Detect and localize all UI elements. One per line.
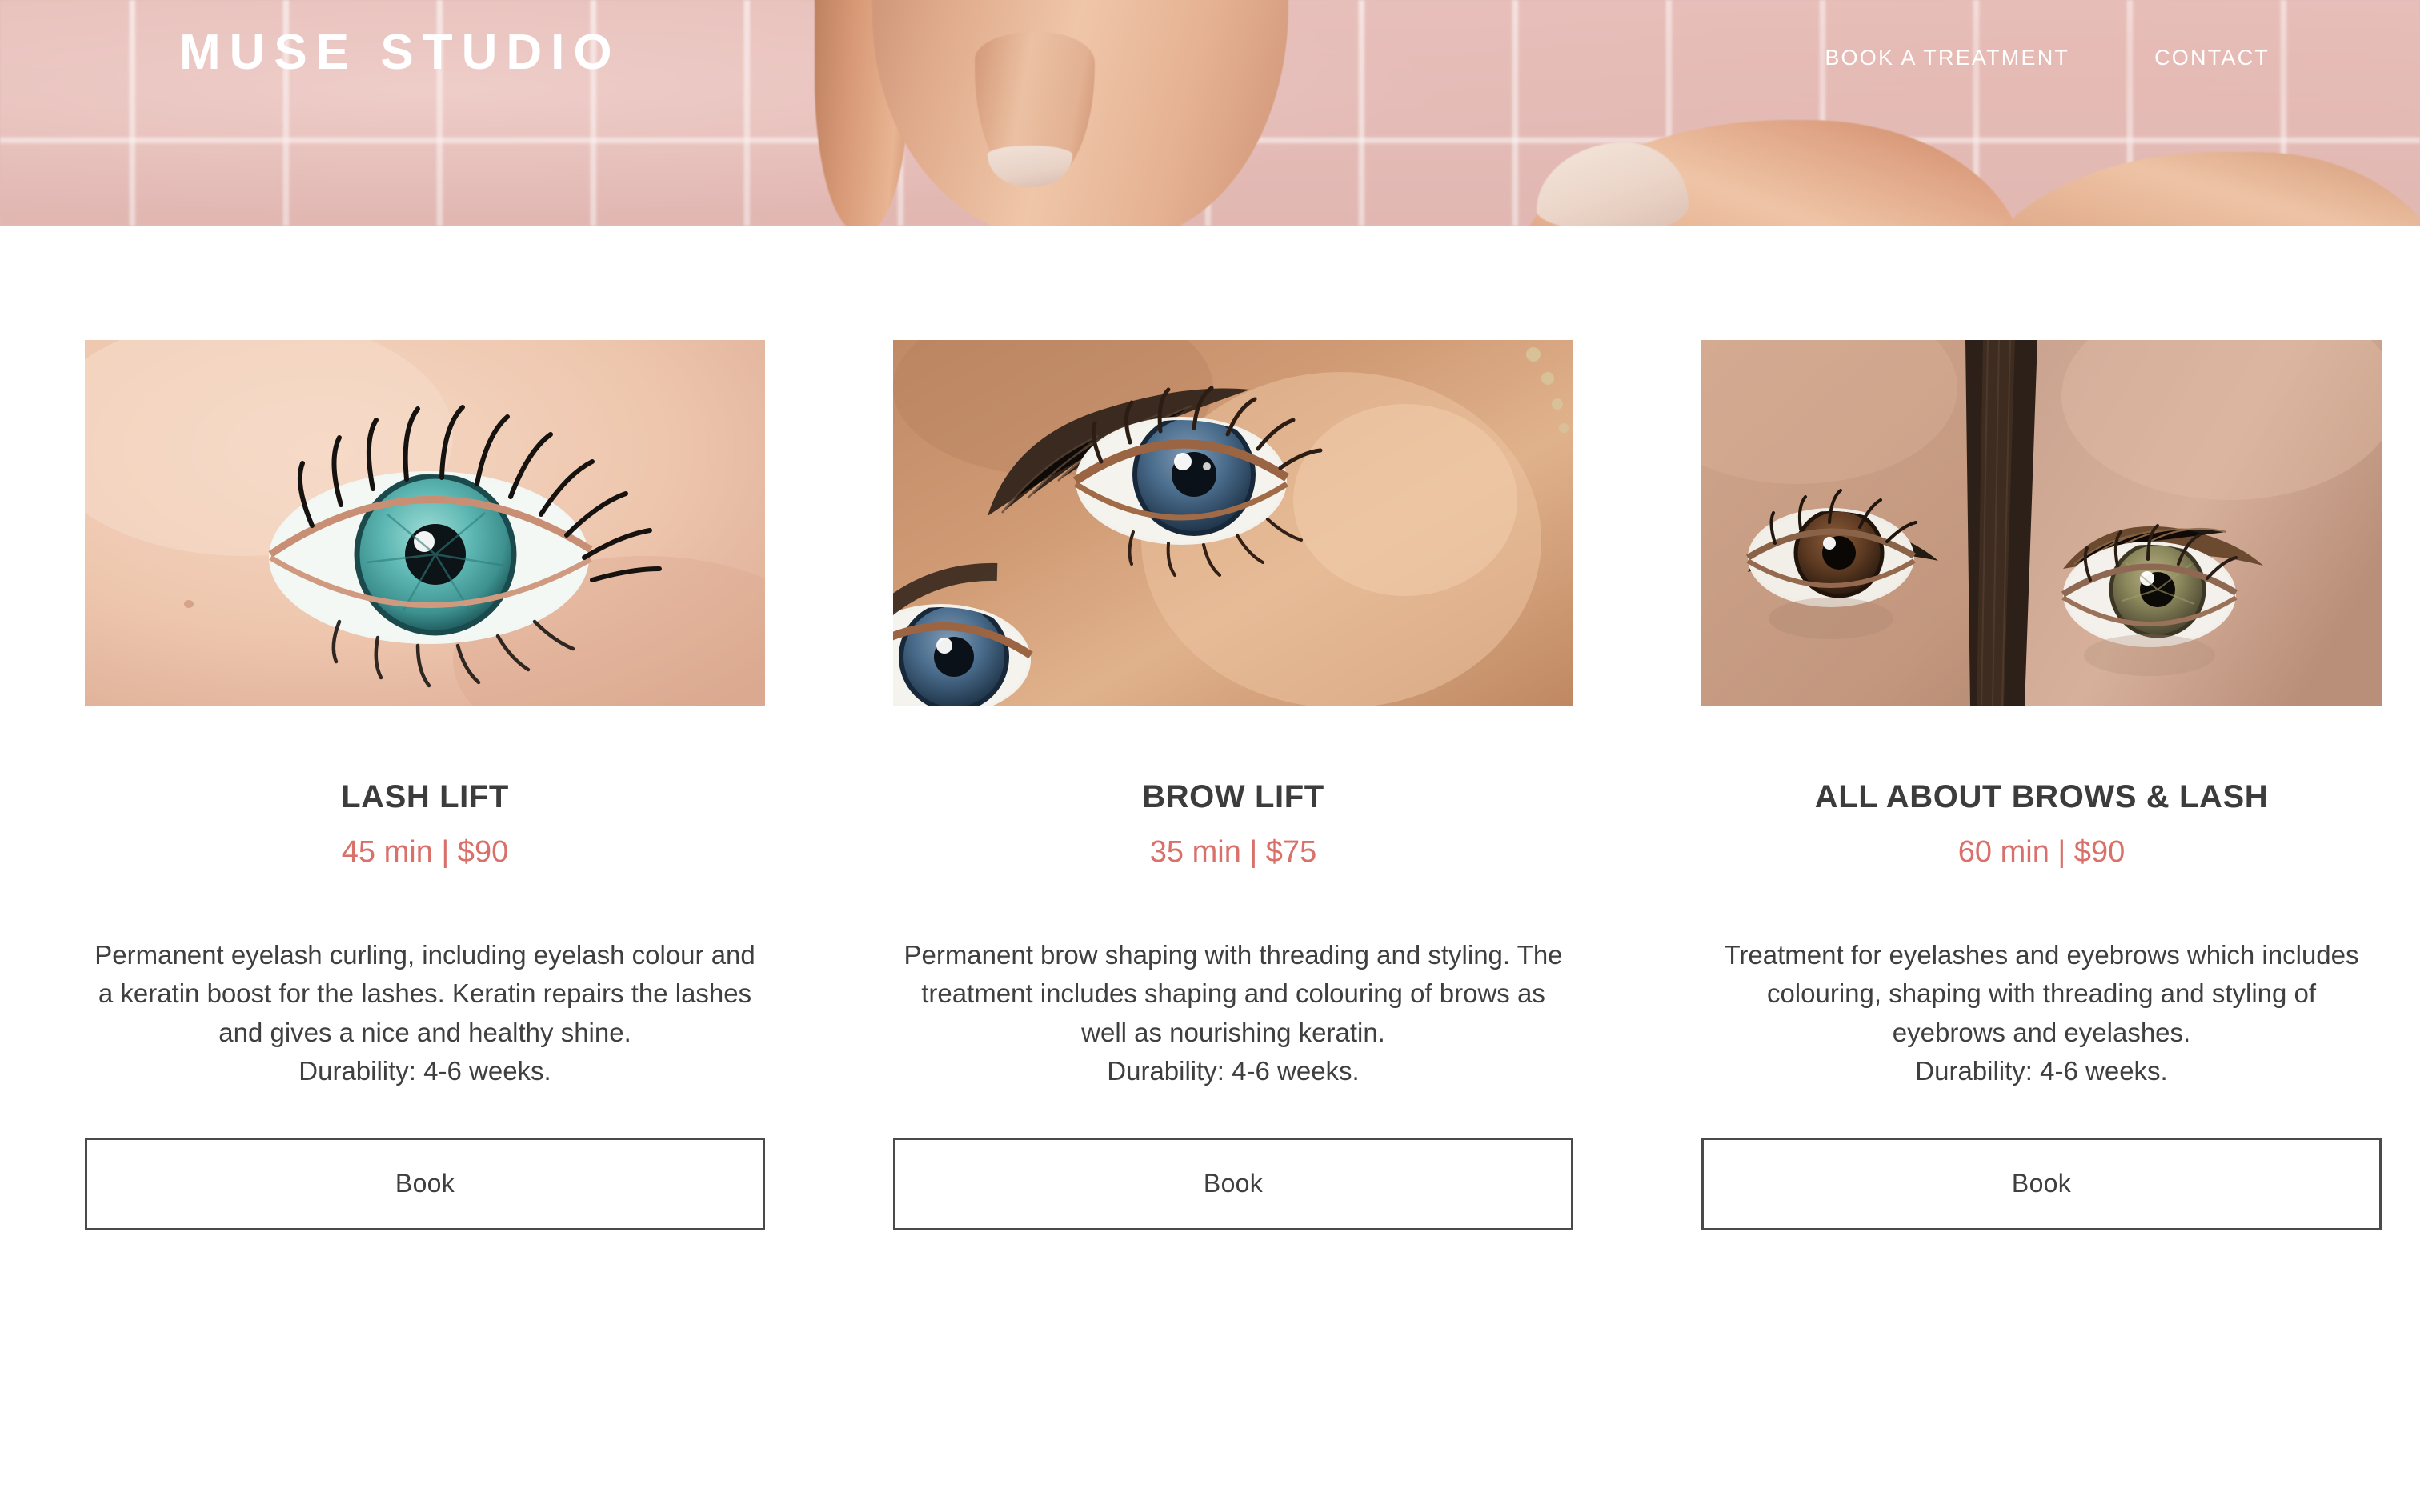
service-image-lash-lift [85, 340, 765, 706]
service-price: 35 min | $75 [1149, 835, 1317, 869]
service-description-text: Permanent brow shaping with threading an… [903, 939, 1563, 1047]
nav-book-a-treatment[interactable]: BOOK A TREATMENT [1825, 46, 2069, 70]
main-nav: BOOK A TREATMENT CONTACT [1825, 46, 2270, 70]
service-description: Treatment for eyelashes and eyebrows whi… [1701, 936, 2382, 1091]
services-grid: LASH LIFT 45 min | $90 Permanent eyelash… [0, 226, 2420, 1230]
service-description: Permanent brow shaping with threading an… [893, 936, 1573, 1091]
service-title: LASH LIFT [341, 779, 509, 814]
service-price: 60 min | $90 [1957, 835, 2126, 869]
service-title: BROW LIFT [1142, 779, 1324, 814]
service-durability: Durability: 4-6 weeks. [1915, 1056, 2168, 1086]
service-description-text: Treatment for eyelashes and eyebrows whi… [1724, 939, 2359, 1047]
service-durability: Durability: 4-6 weeks. [1107, 1056, 1360, 1086]
service-price: 45 min | $90 [341, 835, 509, 869]
service-image-brow-lift [893, 340, 1573, 706]
service-card-lash-lift: LASH LIFT 45 min | $90 Permanent eyelash… [85, 340, 765, 1230]
book-button-all-about-brows-and-lash[interactable]: Book [1701, 1137, 2382, 1230]
service-card-brow-lift: BROW LIFT 35 min | $75 Permanent brow sh… [893, 340, 1573, 1230]
book-button-slot: Book [893, 1137, 1573, 1230]
service-durability: Durability: 4-6 weeks. [298, 1056, 551, 1086]
book-button-slot: Book [1701, 1137, 2382, 1230]
brand-logo[interactable]: MUSE STUDIO [179, 28, 621, 78]
site-header: MUSE STUDIO BOOK A TREATMENT CONTACT [0, 0, 2420, 226]
service-image-all-about-brows-and-lash [1701, 340, 2382, 706]
book-button-brow-lift[interactable]: Book [893, 1137, 1573, 1230]
header-inner: MUSE STUDIO BOOK A TREATMENT CONTACT [0, 0, 2420, 226]
nav-contact[interactable]: CONTACT [2154, 46, 2270, 70]
service-description-text: Permanent eyelash curling, including eye… [94, 939, 755, 1047]
service-description: Permanent eyelash curling, including eye… [85, 936, 765, 1091]
book-button-lash-lift[interactable]: Book [85, 1137, 765, 1230]
service-title: ALL ABOUT BROWS & LASH [1814, 779, 2269, 814]
service-card-all-about-brows-and-lash: ALL ABOUT BROWS & LASH 60 min | $90 Trea… [1701, 340, 2382, 1230]
book-button-slot: Book [85, 1137, 765, 1230]
